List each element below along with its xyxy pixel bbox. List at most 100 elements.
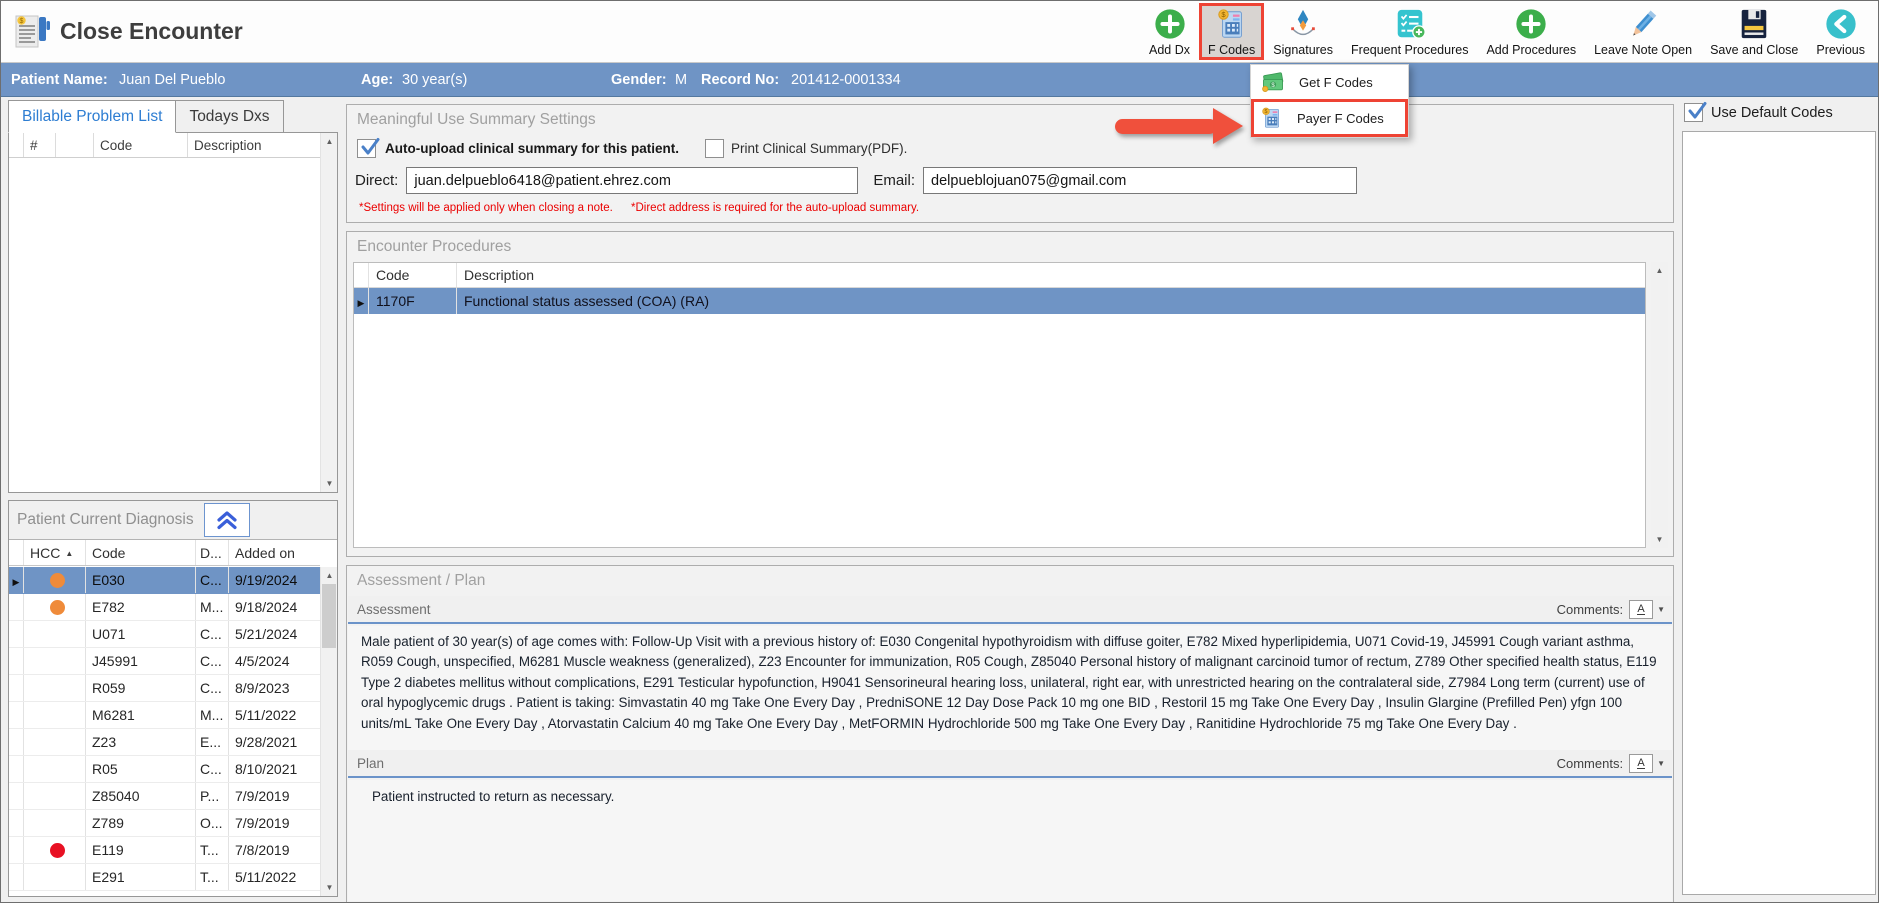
comment-template-icon: A xyxy=(1629,599,1654,619)
row-marker-cell xyxy=(9,621,24,647)
dx-added-on: 7/8/2019 xyxy=(235,842,290,858)
assessment-subheader: Assessment Comments: A xyxy=(348,596,1672,624)
svg-text:$: $ xyxy=(1265,109,1268,115)
diagnosis-row[interactable]: E291 T... 5/11/2022 xyxy=(9,864,320,891)
diagnosis-row[interactable]: R059 C... 8/9/2023 xyxy=(9,675,320,702)
menu-item-label: Payer F Codes xyxy=(1297,110,1384,126)
chevron-down-icon xyxy=(1657,759,1665,768)
group-title: Meaningful Use Summary Settings xyxy=(357,111,596,128)
diagnosis-row[interactable]: E119 T... 7/8/2019 xyxy=(9,837,320,864)
assessment-text-area[interactable]: Male patient of 30 year(s) of age comes … xyxy=(348,626,1672,750)
print-summary-label: Print Clinical Summary(PDF). xyxy=(731,141,908,156)
save-floppy-icon xyxy=(1741,9,1767,39)
diagnosis-row[interactable]: R05 C... 8/10/2021 xyxy=(9,756,320,783)
header-num[interactable]: # xyxy=(24,133,56,157)
plan-comments-button[interactable]: A xyxy=(1629,753,1665,773)
add-dx-button[interactable]: Add Dx xyxy=(1140,3,1199,59)
auto-upload-checkbox[interactable] xyxy=(357,138,380,158)
check-icon xyxy=(361,138,380,155)
scroll-down-icon[interactable] xyxy=(1651,531,1668,548)
row-marker-cell xyxy=(9,648,24,674)
email-label: Email: xyxy=(873,172,916,189)
hcc-cell xyxy=(24,810,86,836)
scroll-up-icon[interactable] xyxy=(321,133,338,150)
mu-checkbox-row: Auto-upload clinical summary for this pa… xyxy=(357,138,908,158)
scroll-up-icon[interactable] xyxy=(321,567,338,584)
procedures-scrollbar[interactable] xyxy=(1651,262,1668,548)
use-default-codes-checkbox[interactable] xyxy=(1684,102,1707,122)
hcc-dot-orange xyxy=(50,572,65,588)
chevron-down-icon xyxy=(1657,605,1665,614)
add-procedures-button[interactable]: Add Procedures xyxy=(1477,3,1585,59)
header-code[interactable]: Code xyxy=(86,540,196,565)
email-input[interactable] xyxy=(923,167,1358,194)
scroll-down-icon[interactable] xyxy=(321,475,338,492)
hcc-cell xyxy=(24,756,86,782)
diagnosis-row[interactable]: E030 C... 9/19/2024 xyxy=(9,567,320,594)
leave-note-open-button[interactable]: Leave Note Open xyxy=(1585,3,1701,59)
use-default-codes-row: Use Default Codes xyxy=(1684,102,1833,122)
hcc-cell xyxy=(24,567,86,593)
print-summary-checkbox[interactable] xyxy=(705,139,725,158)
group-title: Encounter Procedures xyxy=(357,238,512,255)
hcc-cell xyxy=(24,729,86,755)
procedure-row[interactable]: 1170F Functional status assessed (COA) (… xyxy=(354,288,1645,314)
signatures-button[interactable]: Signatures xyxy=(1264,3,1342,59)
tab-todays-dxs[interactable]: Todays Dxs xyxy=(176,100,284,133)
frequent-procedures-button[interactable]: Frequent Procedures xyxy=(1342,3,1477,59)
header-code[interactable]: Code xyxy=(94,133,188,157)
scroll-up-icon[interactable] xyxy=(1651,262,1668,279)
header-added-on[interactable]: Added on xyxy=(229,540,320,565)
save-and-close-button[interactable]: Save and Close xyxy=(1701,3,1807,59)
problem-table-header: # Code Description xyxy=(9,133,320,158)
header-description[interactable]: Description xyxy=(188,133,320,157)
direct-address-input[interactable] xyxy=(406,167,859,194)
collapse-button[interactable] xyxy=(203,503,250,537)
menu-item-get-f-codes[interactable]: $ Get F Codes xyxy=(1251,65,1408,99)
dx-desc: E... xyxy=(196,729,229,755)
diagnosis-row[interactable]: M6281 M... 5/11/2022 xyxy=(9,702,320,729)
annotation-arrow-icon xyxy=(1115,108,1247,144)
header-code[interactable]: Code xyxy=(369,263,457,287)
dx-desc: P... xyxy=(196,783,229,809)
header-hcc[interactable]: HCC xyxy=(24,540,86,565)
scroll-thumb[interactable] xyxy=(322,584,336,648)
assessment-comments: Comments: A xyxy=(1556,599,1665,619)
add-procedures-label: Add Procedures xyxy=(1486,43,1577,57)
toolbar: $ Close Encounter Add Dx $ F Codes Signa… xyxy=(1,1,1878,63)
diagnosis-scrollbar[interactable] xyxy=(320,567,337,896)
header-description[interactable]: D... xyxy=(196,540,229,565)
hcc-cell xyxy=(24,702,86,728)
procedure-code: 1170F xyxy=(369,288,457,314)
scroll-down-icon[interactable] xyxy=(321,879,338,896)
signature-pen-icon xyxy=(1291,9,1315,36)
previous-button[interactable]: Previous xyxy=(1807,3,1874,59)
frequent-procedures-label: Frequent Procedures xyxy=(1351,43,1469,57)
tab-billable-problem-list[interactable]: Billable Problem List xyxy=(8,100,177,133)
add-plus-icon xyxy=(1516,9,1546,39)
record-no-label: Record No: xyxy=(701,71,780,88)
arrow-head xyxy=(1213,108,1243,144)
plan-text-area[interactable]: Patient instructed to return as necessar… xyxy=(348,780,1672,901)
menu-item-payer-f-codes[interactable]: $ Payer F Codes xyxy=(1251,99,1408,137)
procedures-table: Code Description 1170F Functional status… xyxy=(353,262,1646,548)
header-description[interactable]: Description xyxy=(457,263,1645,287)
diagnosis-row[interactable]: J45991 C... 4/5/2024 xyxy=(9,648,320,675)
comments-label: Comments: xyxy=(1556,601,1624,617)
problem-table-scrollbar[interactable] xyxy=(320,133,337,492)
hcc-dot-red xyxy=(50,842,65,858)
diagnosis-row[interactable]: U071 C... 5/21/2024 xyxy=(9,621,320,648)
dx-added-on: 4/5/2024 xyxy=(235,653,290,669)
f-codes-button[interactable]: $ F Codes xyxy=(1199,3,1265,60)
group-title: Assessment / Plan xyxy=(357,572,486,589)
diagnosis-row[interactable]: Z789 O... 7/9/2019 xyxy=(9,810,320,837)
diagnosis-row[interactable]: Z23 E... 9/28/2021 xyxy=(9,729,320,756)
checklist-icon xyxy=(1397,9,1426,39)
diagnosis-row[interactable]: E782 M... 9/18/2024 xyxy=(9,594,320,621)
diagnosis-row[interactable]: Z85040 P... 7/9/2019 xyxy=(9,783,320,810)
auto-upload-label: Auto-upload clinical summary for this pa… xyxy=(385,141,680,156)
check-icon xyxy=(1688,102,1707,119)
assessment-comments-button[interactable]: A xyxy=(1629,599,1665,619)
hcc-cell xyxy=(24,621,86,647)
dx-added-on: 9/18/2024 xyxy=(235,599,298,615)
